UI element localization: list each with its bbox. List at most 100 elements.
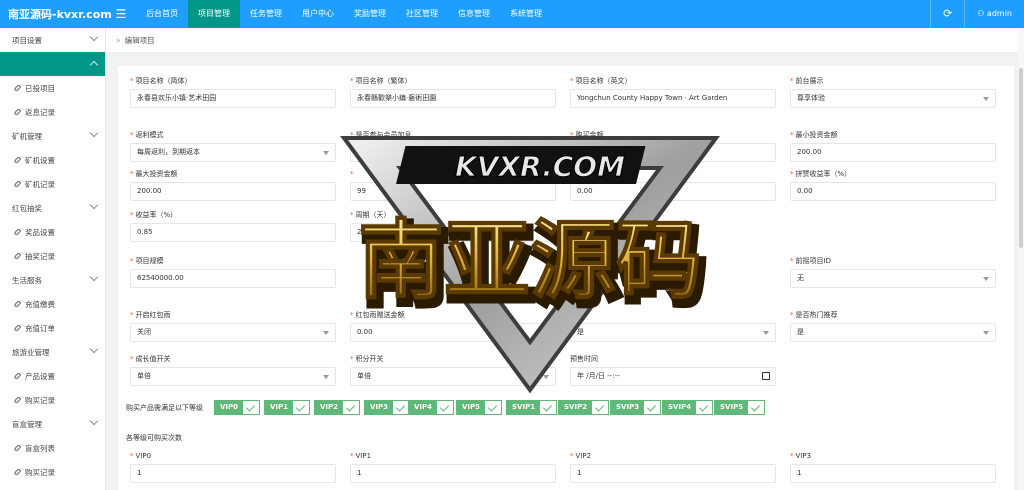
text-input[interactable]: 永春县欢乐小镇·艺术田园 — [130, 89, 336, 108]
select-field[interactable]: 单倍 — [350, 367, 556, 386]
text-input[interactable]: 1 — [130, 464, 336, 483]
required-marker: * — [350, 77, 354, 85]
sidebar-subitem-12[interactable]: 充值订单 — [0, 316, 105, 340]
sidebar-group-0[interactable]: 项目设置 — [0, 28, 105, 52]
link-icon — [13, 228, 22, 236]
form-field-14: * 项目规模 62540000.00 — [130, 256, 336, 288]
hamburger-icon[interactable]: ☰ — [106, 7, 136, 21]
vip-checkbox-1[interactable]: VIP1 — [264, 400, 311, 415]
text-input[interactable]: 0.85 — [130, 223, 336, 242]
required-marker: * — [130, 355, 134, 363]
sidebar-subitem-14[interactable]: 产品设置 — [0, 364, 105, 388]
breadcrumb-current[interactable]: 编辑项目 — [125, 35, 155, 46]
scrollbar[interactable] — [1018, 28, 1024, 490]
nav-item-5[interactable]: 社区管理 — [396, 0, 448, 28]
text-input[interactable]: 200 — [570, 143, 776, 162]
text-input[interactable]: 99 — [350, 182, 556, 201]
text-input[interactable]: 62540000.00 — [130, 269, 336, 288]
vip-checkbox-8[interactable]: SVIP3 — [610, 400, 662, 415]
nav-item-4[interactable]: 奖励管理 — [344, 0, 396, 28]
nav-item-3[interactable]: 用户中心 — [292, 0, 344, 28]
nav-item-1[interactable]: 项目管理 — [188, 0, 240, 28]
field-label-text: VIP3 — [795, 452, 812, 460]
sidebar-group-4[interactable]: 矿机管理 — [0, 124, 105, 148]
text-input[interactable]: 21 — [350, 223, 556, 242]
sidebar-label: 充值订单 — [25, 323, 55, 333]
nav-item-7[interactable]: 系统管理 — [500, 0, 552, 28]
sidebar-group-1[interactable] — [0, 52, 105, 76]
nav-item-6[interactable]: 信息管理 — [448, 0, 500, 28]
select-field[interactable] — [350, 143, 556, 162]
vip-level-label: VIP4 — [409, 401, 438, 414]
select-field[interactable]: 是 — [570, 323, 776, 342]
sidebar-group-16[interactable]: 盲盒管理 — [0, 412, 105, 436]
text-input[interactable]: 200.00 — [130, 182, 336, 201]
sidebar-subitem-8[interactable]: 奖品设置 — [0, 220, 105, 244]
text-input[interactable]: 0.00 — [790, 182, 996, 201]
select-field[interactable]: 单倍 — [130, 367, 336, 386]
field-value: 1 — [137, 469, 142, 477]
link-icon — [13, 396, 22, 404]
sidebar-subitem-17[interactable]: 盲盒列表 — [0, 436, 105, 460]
text-input[interactable]: 永春縣歡樂小鎮·藝術田園 — [350, 89, 556, 108]
select-field[interactable]: 是 — [790, 323, 996, 342]
field-label: * 红包雨赠送金额 — [350, 310, 556, 320]
sidebar-subitem-5[interactable]: 矿机设置 — [0, 148, 105, 172]
vip-checkbox-7[interactable]: SVIP2 — [558, 400, 610, 415]
calendar-icon[interactable] — [762, 372, 770, 380]
vip-checkbox-3[interactable]: VIP3 — [364, 400, 411, 415]
nav-item-0[interactable]: 后台首页 — [136, 0, 188, 28]
form-field-15: * 前摇项目ID 无 — [790, 256, 996, 288]
text-input[interactable]: 1 — [350, 464, 556, 483]
sidebar-group-10[interactable]: 生活服务 — [0, 268, 105, 292]
vip-checkbox-5[interactable]: VIP5 — [456, 400, 503, 415]
date-field[interactable]: 年 /月/日 --:-- — [570, 367, 776, 386]
sidebar-group-7[interactable]: 红包抽奖 — [0, 196, 105, 220]
form-field-19: * 是否热门推荐是 — [790, 310, 996, 342]
refresh-icon[interactable]: ⟳ — [930, 0, 964, 28]
select-field[interactable]: 每周返利，到期返本 — [130, 143, 336, 162]
vip-checkbox-4[interactable]: VIP4 — [408, 400, 455, 415]
vip-level-label: VIP3 — [365, 401, 394, 414]
text-input[interactable]: 0.00 — [570, 182, 776, 201]
text-input[interactable]: 1 — [790, 464, 996, 483]
sidebar-group-13[interactable]: 旅游业管理 — [0, 340, 105, 364]
vip-checkbox-9[interactable]: SVIP4 — [662, 400, 714, 415]
field-label-text: VIP1 — [355, 452, 372, 460]
sidebar-subitem-3[interactable]: 返息记录 — [0, 100, 105, 124]
form-field-22: 预售时间年 /月/日 --:-- — [570, 354, 776, 386]
vip-checkbox-2[interactable]: VIP2 — [314, 400, 361, 415]
sidebar-subitem-18[interactable]: 购买记录 — [0, 460, 105, 484]
sidebar-subitem-2[interactable]: 已投项目 — [0, 76, 105, 100]
text-input[interactable]: 0.00 — [350, 323, 556, 342]
field-value: 永春县欢乐小镇·艺术田园 — [137, 94, 217, 102]
text-input[interactable]: 200.00 — [790, 143, 996, 162]
sidebar-subitem-11[interactable]: 充值缴费 — [0, 292, 105, 316]
check-icon — [485, 401, 502, 414]
text-input[interactable]: Yongchun County Happy Town · Art Garden — [570, 89, 776, 108]
select-field[interactable]: 关闭 — [130, 323, 336, 342]
scrollbar-thumb[interactable] — [1019, 68, 1023, 248]
sidebar-subitem-15[interactable]: 购买记录 — [0, 388, 105, 412]
nav-item-2[interactable]: 任务管理 — [240, 0, 292, 28]
user-icon: ⚇ — [977, 9, 987, 18]
select-field[interactable]: 无 — [790, 269, 996, 288]
select-field[interactable]: 尊享体验 — [790, 89, 996, 108]
form-field-13: * 周期（天） 21 — [350, 210, 556, 242]
user-menu[interactable]: ⚇ admin — [964, 0, 1024, 28]
sidebar-label: 购买记录 — [25, 395, 55, 405]
vip-checkbox-10[interactable]: SVIP5 — [714, 400, 766, 415]
limit-field-0: * VIP0 1 — [130, 451, 336, 483]
required-marker: * — [570, 170, 574, 178]
field-label-text: 预售时间 — [570, 355, 598, 363]
sidebar-subitem-6[interactable]: 矿机记录 — [0, 172, 105, 196]
field-label-text: 是否热门推荐 — [795, 311, 838, 319]
brand-logo[interactable]: 南亚源码-kvxr.com — [0, 6, 112, 22]
vip-checkbox-6[interactable]: SVIP1 — [506, 400, 558, 415]
sidebar-subitem-9[interactable]: 抽奖记录 — [0, 244, 105, 268]
caret-down-icon — [983, 331, 989, 335]
text-input[interactable]: 1 — [570, 464, 776, 483]
field-label: * 最大投资金额 — [130, 169, 336, 179]
user-name: admin — [986, 9, 1012, 18]
vip-checkbox-0[interactable]: VIP0 — [214, 400, 261, 415]
